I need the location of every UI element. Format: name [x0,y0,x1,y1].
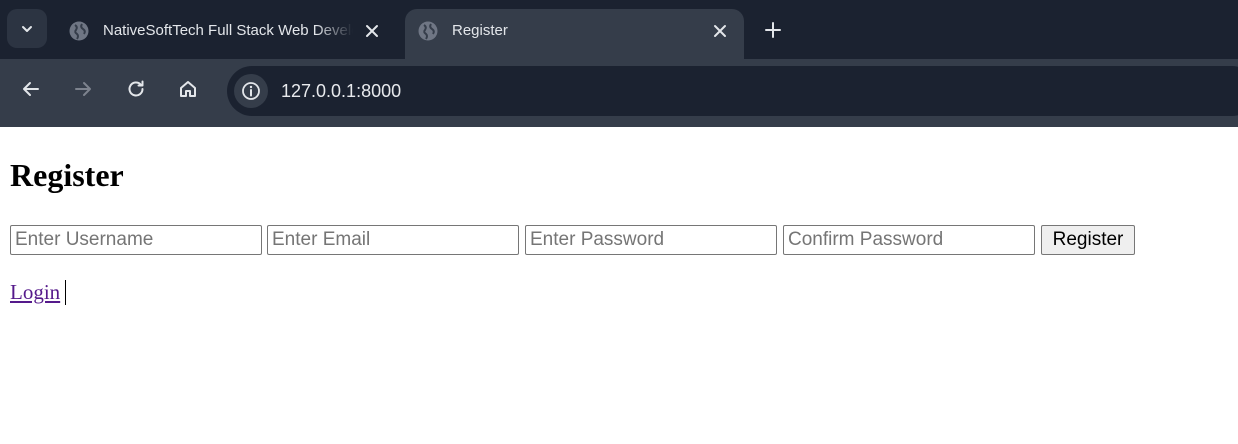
browser-tab[interactable]: NativeSoftTech Full Stack Web Develo [56,9,402,59]
arrow-left-icon [23,82,39,96]
close-tab-button[interactable] [361,20,383,42]
site-info-button[interactable] [234,74,268,108]
home-button[interactable] [171,72,205,106]
close-icon [714,25,726,37]
text-cursor [65,280,66,305]
register-button[interactable]: Register [1041,225,1135,255]
browser-toolbar: 127.0.0.1:8000 [0,59,1238,127]
close-icon [366,25,378,37]
close-tab-button[interactable] [709,20,731,42]
reload-icon [128,80,144,97]
url-text: 127.0.0.1:8000 [281,81,402,101]
info-icon [242,82,260,100]
plus-icon [765,22,781,38]
tab-title: NativeSoftTech Full Stack Web Develo [103,22,353,39]
tab-title: Register [452,22,508,39]
globe-icon [418,21,438,41]
confirm-password-input[interactable] [783,225,1035,255]
chevron-down-icon [22,25,32,32]
tab-search-button[interactable] [7,9,47,48]
page-title: Register [10,157,124,193]
browser-tab-active[interactable]: Register [405,9,744,59]
arrow-right-icon [75,82,91,96]
email-input[interactable] [267,225,519,255]
page-content: Register Register Login [0,127,1238,444]
address-bar[interactable]: 127.0.0.1:8000 [227,66,1238,116]
new-tab-button[interactable] [760,17,786,43]
username-input[interactable] [10,225,262,255]
reload-button[interactable] [119,72,153,106]
globe-icon [69,21,89,41]
login-link[interactable]: Login [10,279,60,305]
home-icon [180,81,196,97]
password-input[interactable] [525,225,777,255]
back-button[interactable] [14,72,48,106]
tab-strip: NativeSoftTech Full Stack Web Develo Reg… [0,0,1238,59]
forward-button[interactable] [66,72,100,106]
